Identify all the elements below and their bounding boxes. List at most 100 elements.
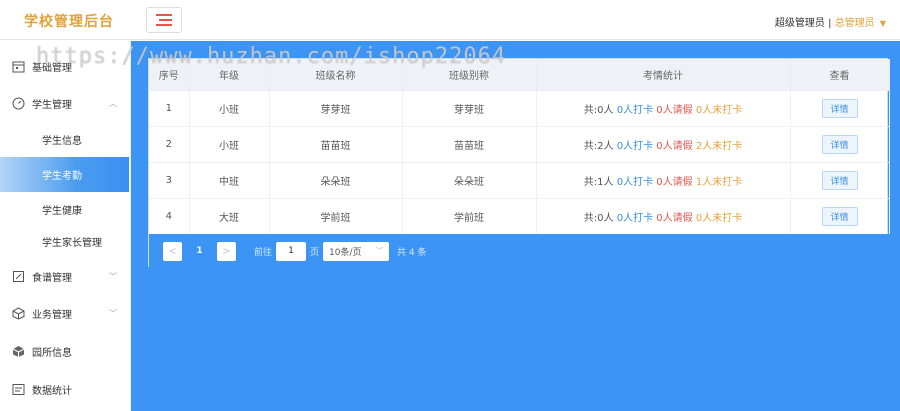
cell-grade: 小班 — [189, 125, 270, 162]
table-row: 4 大班 学前班 学前班 共:0人 0人打卡 0人请假 0人未打卡 详情 — [149, 197, 890, 234]
cell-class-name: 芽芽班 — [269, 89, 403, 126]
sidebar-sub-student-info[interactable]: 学生信息 — [0, 122, 131, 157]
cube-icon — [11, 345, 25, 359]
stat-total: 共:1人 — [583, 176, 614, 188]
stat-total: 共:0人 — [583, 212, 614, 224]
stat-checkin: 0人打卡 — [616, 140, 654, 152]
page-size-select[interactable]: 10条/页 ﹀ — [323, 241, 390, 261]
cell-view: 详情 — [790, 125, 890, 162]
cell-class-alias: 朵朵班 — [402, 161, 537, 198]
box-icon — [11, 307, 25, 321]
sidebar-sub-student-health[interactable]: 学生健康 — [0, 192, 131, 227]
app-logo: 学校管理后台 — [24, 14, 114, 30]
table-header-row: 序号 年级 班级名称 班级别称 考情统计 查看 — [149, 59, 890, 90]
sidebar-item-label: 学生健康 — [42, 206, 82, 217]
next-page-button[interactable]: > — [217, 241, 236, 261]
sidebar-sub-parent-management[interactable]: 学生家长管理 — [0, 224, 131, 259]
chevron-down-icon: ﹀ — [109, 309, 117, 318]
stat-miss: 1人未打卡 — [695, 176, 743, 188]
menu-toggle-button[interactable] — [146, 7, 182, 33]
stat-total: 共:0人 — [583, 104, 614, 116]
top-header: 学校管理后台 超级管理员 | 总管理员 ▼ — [0, 0, 900, 40]
cell-view: 详情 — [790, 197, 890, 234]
hamburger-icon — [156, 14, 172, 26]
sidebar-item-business[interactable]: 业务管理 ﹀ — [0, 296, 131, 331]
sidebar-item-label: 学生信息 — [42, 136, 82, 147]
stat-total: 共:2人 — [583, 140, 614, 152]
detail-button[interactable]: 详情 — [821, 98, 858, 118]
stat-checkin: 0人打卡 — [616, 212, 654, 224]
stat-leave: 0人请假 — [656, 104, 693, 116]
page-size-value: 10条/页 — [329, 247, 362, 258]
sidebar-item-label: 园所信息 — [32, 348, 72, 359]
stat-miss: 0人未打卡 — [695, 104, 743, 116]
cell-class-alias: 芽芽班 — [402, 89, 537, 126]
col-header-grade: 年级 — [189, 59, 270, 90]
stat-miss: 2人未打卡 — [695, 140, 743, 152]
sidebar-item-statistics[interactable]: 数据统计 — [0, 372, 131, 407]
edit-icon — [11, 270, 25, 284]
cell-attendance: 共:0人 0人打卡 0人请假 0人未打卡 — [536, 197, 791, 234]
prev-page-button[interactable]: < — [163, 241, 182, 261]
chevron-down-icon: ﹀ — [376, 247, 384, 255]
cell-no: 3 — [149, 161, 190, 198]
user-separator: | — [828, 18, 832, 29]
cell-attendance: 共:2人 0人打卡 0人请假 2人未打卡 — [536, 125, 791, 162]
cell-view: 详情 — [790, 89, 890, 126]
sidebar-item-label: 业务管理 — [32, 310, 72, 321]
col-header-no: 序号 — [149, 59, 190, 90]
cell-no: 1 — [149, 89, 190, 126]
cell-no: 2 — [149, 125, 190, 162]
goto-page-input[interactable]: 1 — [276, 241, 307, 261]
table-row: 1 小班 芽芽班 芽芽班 共:0人 0人打卡 0人请假 0人未打卡 详情 — [149, 89, 890, 126]
cell-class-alias: 学前班 — [402, 197, 537, 234]
cell-class-name: 朵朵班 — [269, 161, 403, 198]
sidebar: 基础管理 学生管理 ︿ 学生信息 学生考勤 学生健康 学生家长管理 食谱管理 ﹀… — [0, 41, 131, 411]
col-header-attendance: 考情统计 — [536, 59, 791, 90]
calendar-icon — [11, 60, 25, 74]
sidebar-sub-student-attendance[interactable]: 学生考勤 — [0, 157, 129, 192]
detail-button[interactable]: 详情 — [821, 170, 858, 190]
sidebar-item-label: 数据统计 — [32, 386, 72, 397]
cell-attendance: 共:1人 0人打卡 0人请假 1人未打卡 — [536, 161, 791, 198]
stat-leave: 0人请假 — [656, 176, 693, 188]
detail-button[interactable]: 详情 — [821, 134, 858, 154]
user-name: 超级管理员 — [774, 18, 825, 29]
cell-grade: 大班 — [189, 197, 270, 234]
sidebar-item-label: 学生管理 — [32, 100, 72, 111]
cell-grade: 小班 — [189, 89, 270, 126]
pagination: < 1 > 前往 1 页 10条/页 ﹀ 共 4 条 — [149, 234, 889, 268]
stat-miss: 0人未打卡 — [695, 212, 743, 224]
cell-class-name: 学前班 — [269, 197, 403, 234]
main-content: 序号 年级 班级名称 班级别称 考情统计 查看 1 小班 芽芽班 芽芽班 共:0… — [131, 41, 900, 411]
chevron-down-icon: ﹀ — [109, 272, 117, 281]
sidebar-item-school-info[interactable]: 园所信息 — [0, 334, 131, 369]
table-row: 3 中班 朵朵班 朵朵班 共:1人 0人打卡 0人请假 1人未打卡 详情 — [149, 161, 890, 198]
current-page-number[interactable]: 1 — [190, 242, 209, 261]
sidebar-item-label: 基础管理 — [32, 63, 72, 74]
detail-button[interactable]: 详情 — [821, 206, 858, 226]
goto-label: 前往 — [254, 247, 273, 258]
gauge-icon — [11, 97, 25, 111]
sidebar-item-recipes[interactable]: 食谱管理 ﹀ — [0, 259, 131, 294]
user-role: 总管理员 — [834, 18, 875, 29]
sidebar-item-basic[interactable]: 基础管理 — [0, 49, 131, 84]
cell-view: 详情 — [790, 161, 890, 198]
cell-class-name: 苗苗班 — [269, 125, 403, 162]
stat-checkin: 0人打卡 — [616, 104, 654, 116]
caret-down-icon: ▼ — [879, 19, 886, 28]
col-header-class-alias: 班级别称 — [402, 59, 537, 90]
cell-grade: 中班 — [189, 161, 270, 198]
cell-no: 4 — [149, 197, 190, 234]
attendance-table: 序号 年级 班级名称 班级别称 考情统计 查看 1 小班 芽芽班 芽芽班 共:0… — [149, 59, 890, 234]
sidebar-item-students[interactable]: 学生管理 ︿ — [0, 86, 131, 121]
chevron-up-icon: ︿ — [109, 99, 117, 108]
cell-class-alias: 苗苗班 — [402, 125, 537, 162]
user-menu[interactable]: 超级管理员 | 总管理员 ▼ — [775, 14, 886, 29]
col-header-class-name: 班级名称 — [269, 59, 403, 90]
stats-icon — [11, 383, 25, 397]
sidebar-item-label: 食谱管理 — [32, 273, 72, 284]
stat-leave: 0人请假 — [656, 140, 693, 152]
cell-attendance: 共:0人 0人打卡 0人请假 0人未打卡 — [536, 89, 791, 126]
attendance-panel: 序号 年级 班级名称 班级别称 考情统计 查看 1 小班 芽芽班 芽芽班 共:0… — [148, 58, 890, 268]
